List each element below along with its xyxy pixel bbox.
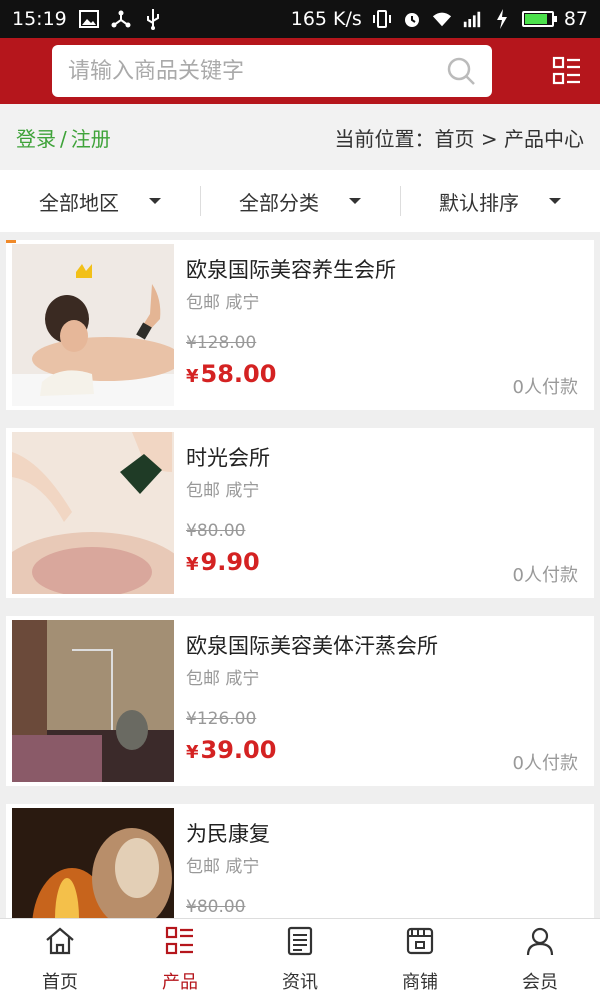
product-title[interactable]: 为民康复 xyxy=(186,818,270,848)
sale-price: ¥58.00 xyxy=(186,360,276,388)
shop-icon xyxy=(404,925,436,962)
paid-count: 0人付款 xyxy=(512,377,578,398)
sale-price: ¥39.00 xyxy=(186,736,276,764)
product-list: 欧泉国际美容养生会所 包邮 咸宁 ¥128.00 ¥58.00 0人付款 时光会… xyxy=(6,240,594,992)
price-value: 58.00 xyxy=(200,360,277,388)
original-price: ¥126.00 xyxy=(186,709,257,729)
product-list-icon xyxy=(164,925,196,962)
filter-bar: 全部地区 全部分类 默认排序 xyxy=(0,170,600,232)
filter-sort[interactable]: 默认排序 xyxy=(400,170,600,232)
wifi-icon xyxy=(432,9,452,29)
shipping-location: 包邮 咸宁 xyxy=(186,857,260,877)
charging-icon xyxy=(492,9,512,29)
image-icon xyxy=(78,9,99,29)
price-value: 39.00 xyxy=(200,736,277,764)
search-input[interactable] xyxy=(68,58,446,84)
currency-symbol: ¥ xyxy=(186,554,199,575)
breadcrumb-row: 登录 / 注册 当前位置：首页 > 产品中心 xyxy=(0,104,600,170)
price-value: 9.90 xyxy=(200,548,260,576)
product-title[interactable]: 时光会所 xyxy=(186,442,270,472)
search-icon[interactable] xyxy=(446,56,476,86)
filter-label: 全部分类 xyxy=(239,190,319,215)
nav-label: 资讯 xyxy=(282,972,318,993)
accent-marker xyxy=(6,240,16,243)
news-icon xyxy=(284,925,316,962)
header xyxy=(0,38,600,104)
shipping-location: 包邮 咸宁 xyxy=(186,481,260,501)
product-image[interactable] xyxy=(12,620,174,782)
home-icon xyxy=(44,925,76,962)
product-title[interactable]: 欧泉国际美容美体汗蒸会所 xyxy=(186,630,438,660)
filter-region[interactable]: 全部地区 xyxy=(0,170,200,232)
battery-percent: 87 xyxy=(563,8,588,30)
member-icon xyxy=(524,925,556,962)
filter-label: 默认排序 xyxy=(439,190,519,215)
nav-label: 会员 xyxy=(522,972,558,993)
caret-down-icon xyxy=(549,198,561,204)
original-price: ¥128.00 xyxy=(186,333,257,353)
category-menu-icon[interactable] xyxy=(552,56,582,86)
clock: 15:19 xyxy=(12,8,67,30)
bottom-nav: 首页 产品 资讯 商铺 会员 xyxy=(0,918,600,1000)
vibrate-icon xyxy=(372,9,392,29)
login-register: 登录 / 注册 xyxy=(16,123,111,152)
filter-label: 全部地区 xyxy=(39,190,119,215)
battery-icon xyxy=(521,11,557,27)
product-image[interactable] xyxy=(12,432,174,594)
nav-label: 商铺 xyxy=(402,972,438,993)
product-card[interactable]: 时光会所 包邮 咸宁 ¥80.00 ¥9.90 0人付款 xyxy=(6,428,594,598)
nav-news[interactable]: 资讯 xyxy=(240,919,360,1000)
separator: / xyxy=(60,126,67,151)
usb-icon xyxy=(143,9,163,30)
search-box[interactable] xyxy=(52,45,492,97)
currency-symbol: ¥ xyxy=(186,366,199,387)
nav-label: 产品 xyxy=(162,972,198,993)
breadcrumb: 当前位置：首页 > 产品中心 xyxy=(334,126,584,151)
original-price: ¥80.00 xyxy=(186,897,246,917)
shipping-location: 包邮 咸宁 xyxy=(186,669,260,689)
product-card[interactable]: 欧泉国际美容养生会所 包邮 咸宁 ¥128.00 ¥58.00 0人付款 xyxy=(6,240,594,410)
status-bar: 15:19 165 K/s 87 xyxy=(0,0,600,38)
nav-shop[interactable]: 商铺 xyxy=(360,919,480,1000)
currency-symbol: ¥ xyxy=(186,742,199,763)
register-link[interactable]: 注册 xyxy=(71,127,111,151)
filter-category[interactable]: 全部分类 xyxy=(200,170,400,232)
nav-member[interactable]: 会员 xyxy=(480,919,600,1000)
nav-home[interactable]: 首页 xyxy=(0,919,120,1000)
login-link[interactable]: 登录 xyxy=(16,127,56,151)
nav-label: 首页 xyxy=(42,972,78,993)
paid-count: 0人付款 xyxy=(512,753,578,774)
paid-count: 0人付款 xyxy=(512,565,578,586)
original-price: ¥80.00 xyxy=(186,521,246,541)
product-title[interactable]: 欧泉国际美容养生会所 xyxy=(186,254,396,284)
alarm-icon xyxy=(402,9,422,29)
share-icon xyxy=(111,9,131,29)
nav-products[interactable]: 产品 xyxy=(120,919,240,1000)
caret-down-icon xyxy=(349,198,361,204)
net-speed: 165 K/s xyxy=(290,8,362,30)
signal-icon xyxy=(462,9,482,29)
shipping-location: 包邮 咸宁 xyxy=(186,293,260,313)
caret-down-icon xyxy=(149,198,161,204)
sale-price: ¥9.90 xyxy=(186,548,260,576)
product-card[interactable]: 欧泉国际美容美体汗蒸会所 包邮 咸宁 ¥126.00 ¥39.00 0人付款 xyxy=(6,616,594,786)
product-image[interactable] xyxy=(12,244,174,406)
